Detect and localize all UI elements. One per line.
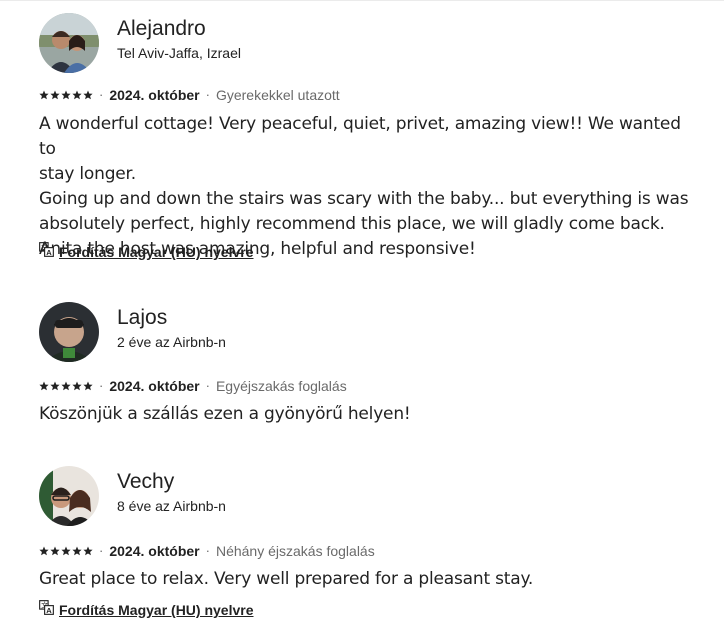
star-icon bbox=[39, 546, 49, 556]
translate-label: Fordítás Magyar (HU) nyelvre bbox=[59, 244, 254, 260]
star-icon bbox=[50, 381, 60, 391]
review-card: Lajos 2 éve az Airbnb-n · 2024. október … bbox=[39, 302, 719, 432]
reviewer-name[interactable]: Vechy bbox=[117, 470, 174, 494]
star-icon bbox=[83, 546, 93, 556]
separator: · bbox=[99, 87, 104, 102]
star-rating bbox=[39, 381, 93, 391]
review-text-line: Köszönjük a szállás ezen a gyönyörű hely… bbox=[39, 404, 411, 424]
translate-link[interactable]: 文 A Fordítás Magyar (HU) nyelvre bbox=[39, 242, 254, 262]
reviewer-location: Tel Aviv-Jaffa, Izrael bbox=[117, 45, 241, 61]
review-text-line: stay longer. bbox=[39, 164, 136, 184]
translate-icon: 文 A bbox=[39, 242, 54, 262]
reviewer-name[interactable]: Lajos bbox=[117, 306, 167, 330]
review-text: Great place to relax. Very well prepared… bbox=[39, 567, 699, 592]
review-date: 2024. október bbox=[109, 378, 200, 394]
review-date: 2024. október bbox=[109, 87, 200, 103]
reviewer-tenure: 2 éve az Airbnb-n bbox=[117, 334, 226, 350]
star-icon bbox=[72, 381, 82, 391]
avatar[interactable] bbox=[39, 466, 99, 526]
separator: · bbox=[99, 378, 104, 393]
avatar[interactable] bbox=[39, 13, 99, 73]
separator: · bbox=[205, 378, 210, 393]
star-icon bbox=[39, 381, 49, 391]
star-rating bbox=[39, 546, 93, 556]
star-icon bbox=[72, 90, 82, 100]
star-rating bbox=[39, 90, 93, 100]
reviewer-name[interactable]: Alejandro bbox=[117, 17, 206, 41]
review-date: 2024. október bbox=[109, 543, 200, 559]
star-icon bbox=[50, 546, 60, 556]
review-text-line: A wonderful cottage! Very peaceful, quie… bbox=[39, 114, 681, 159]
translate-label: Fordítás Magyar (HU) nyelvre bbox=[59, 602, 254, 618]
translate-link[interactable]: 文 A Fordítás Magyar (HU) nyelvre bbox=[39, 600, 254, 620]
separator: · bbox=[205, 543, 210, 558]
review-card: Alejandro Tel Aviv-Jaffa, Izrael · 2024.… bbox=[39, 13, 719, 263]
star-icon bbox=[83, 381, 93, 391]
reviewer-tenure: 8 éve az Airbnb-n bbox=[117, 498, 226, 514]
svg-text:A: A bbox=[46, 606, 52, 615]
review-meta: · 2024. október · Néhány éjszakás foglal… bbox=[39, 542, 375, 560]
review-text: Köszönjük a szállás ezen a gyönyörű hely… bbox=[39, 402, 699, 427]
star-icon bbox=[83, 90, 93, 100]
review-text: A wonderful cottage! Very peaceful, quie… bbox=[39, 112, 699, 262]
avatar[interactable] bbox=[39, 302, 99, 362]
svg-text:A: A bbox=[46, 248, 52, 257]
star-icon bbox=[61, 90, 71, 100]
review-text-line: Great place to relax. Very well prepared… bbox=[39, 569, 534, 589]
review-card: Vechy 8 éve az Airbnb-n · 2024. október … bbox=[39, 466, 719, 626]
review-meta: · 2024. október · Egyéjszakás foglalás bbox=[39, 377, 347, 395]
star-icon bbox=[50, 90, 60, 100]
top-divider bbox=[0, 0, 724, 1]
separator: · bbox=[205, 87, 210, 102]
trip-type: Néhány éjszakás foglalás bbox=[215, 543, 375, 559]
star-icon bbox=[39, 90, 49, 100]
trip-type: Gyerekekkel utazott bbox=[215, 87, 340, 103]
separator: · bbox=[99, 543, 104, 558]
star-icon bbox=[61, 546, 71, 556]
star-icon bbox=[72, 546, 82, 556]
review-text-line: absolutely perfect, highly recommend thi… bbox=[39, 214, 665, 234]
star-icon bbox=[61, 381, 71, 391]
trip-type: Egyéjszakás foglalás bbox=[215, 378, 347, 394]
review-text-line: Going up and down the stairs was scary w… bbox=[39, 189, 689, 209]
translate-icon: 文 A bbox=[39, 600, 54, 620]
review-meta: · 2024. október · Gyerekekkel utazott bbox=[39, 86, 340, 104]
